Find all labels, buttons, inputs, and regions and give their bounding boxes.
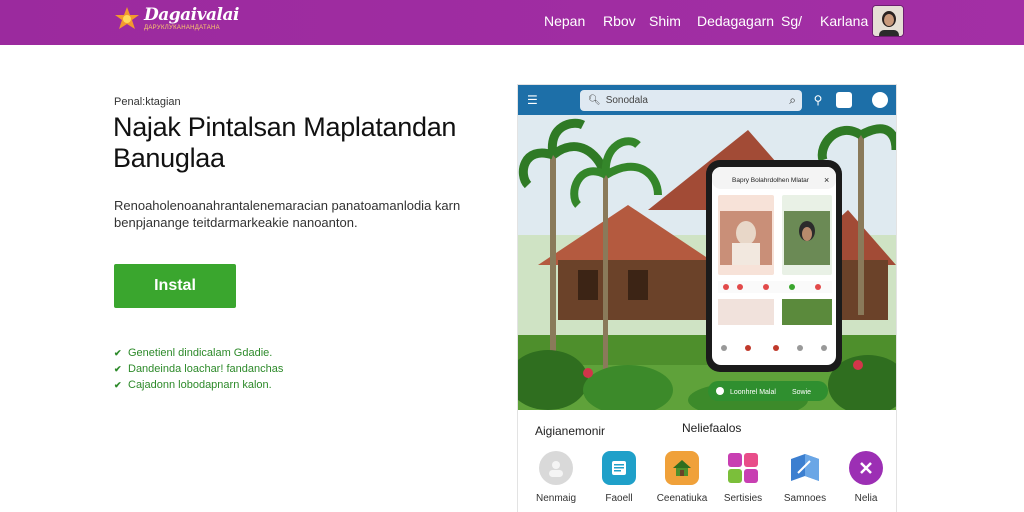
apps-section-title: Aigianemonir (535, 424, 606, 438)
app-tile[interactable]: Nelia (835, 451, 896, 504)
search-icon: 🔍︎ (588, 95, 601, 106)
feature-item: ✔ Dandeinda loachar! fandanchas (114, 363, 284, 375)
house-icon (665, 451, 699, 485)
app-tile[interactable]: Samnoes (774, 451, 836, 504)
location-icon[interactable]: ⚲ (810, 92, 826, 108)
feature-item: ✔ Cajadonn lobodapnarn kalon. (114, 379, 272, 391)
close-circle-icon (849, 451, 883, 485)
install-button[interactable]: Instal (114, 264, 236, 308)
svg-text:Sowie: Sowie (792, 389, 811, 396)
app-tile[interactable]: Nenmaig (525, 451, 587, 504)
collage-icon (726, 451, 760, 485)
nav-item-3[interactable]: Shim (649, 13, 681, 29)
top-navigation-bar: Dagaivalai ДАРУКЛУКАНАНДАТАНА Nepan Rbov… (0, 0, 1024, 45)
user-avatar[interactable] (872, 5, 904, 37)
app-tile[interactable]: Faoell (588, 451, 650, 504)
avatar-icon (539, 451, 573, 485)
check-icon: ✔ (114, 363, 122, 374)
search-submit-icon[interactable]: ⌕ (789, 93, 796, 108)
nav-item-1[interactable]: Nepan (544, 13, 585, 29)
svg-text:Bapry Bolahrdolhen Mlatar: Bapry Bolahrdolhen Mlatar (732, 177, 810, 184)
book-icon[interactable] (836, 92, 852, 108)
feature-list: ✔ Genetienl dindicalam Gdadie. ✔ Dandeinda… (114, 345, 283, 393)
app-tile[interactable]: Ceenatiuka (651, 451, 713, 504)
map-icon (788, 451, 822, 485)
check-icon: ✔ (114, 379, 122, 390)
brand-name: Dagaivalai (144, 5, 239, 25)
nav-item-5[interactable]: Sg/ (781, 13, 802, 29)
document-icon (602, 451, 636, 485)
feature-item: ✔ Genetienl dindicalam Gdadie. (114, 347, 273, 359)
brand-tagline: ДАРУКЛУКАНАНДАТАНА (144, 25, 220, 31)
hero-kicker: Penal:ktagian (114, 96, 181, 108)
preview-search-input[interactable]: 🔍︎ Sonodala ⌕ (580, 90, 802, 111)
hero-title: Najak Pintalsan Maplatandan Banuglaa (113, 112, 457, 173)
hero-description: Renoaholenoanahrantalenemaracian panatoa… (114, 198, 461, 230)
product-preview: ☰ 🔍︎ Sonodala ⌕ ⚲ Bapry Bolahrdolhen Mla… (518, 85, 896, 512)
nav-item-6[interactable]: Karlana (820, 13, 868, 29)
check-icon: ✔ (114, 347, 122, 358)
app-tile[interactable]: Sertisies (712, 451, 774, 504)
svg-text:Loonhrel Malal: Loonhrel Malal (730, 389, 776, 396)
menu-icon[interactable]: ☰ (527, 93, 541, 107)
brand-star-icon (114, 6, 140, 32)
hero-scene-image: Bapry Bolahrdolhen Mlatar × Loonhrel Mal… (518, 115, 896, 410)
brand-logo[interactable]: Dagaivalai ДАРУКЛУКАНАНДАТАНА (114, 6, 239, 32)
apps-section-subtitle: Neliefaalos (682, 421, 742, 435)
phone-close-icon: × (824, 175, 829, 185)
nav-item-4[interactable]: Dedagagarn (697, 13, 774, 29)
preview-toolbar: ☰ 🔍︎ Sonodala ⌕ ⚲ (518, 85, 896, 115)
nav-item-2[interactable]: Rbov (603, 13, 636, 29)
account-icon[interactable] (872, 92, 888, 108)
